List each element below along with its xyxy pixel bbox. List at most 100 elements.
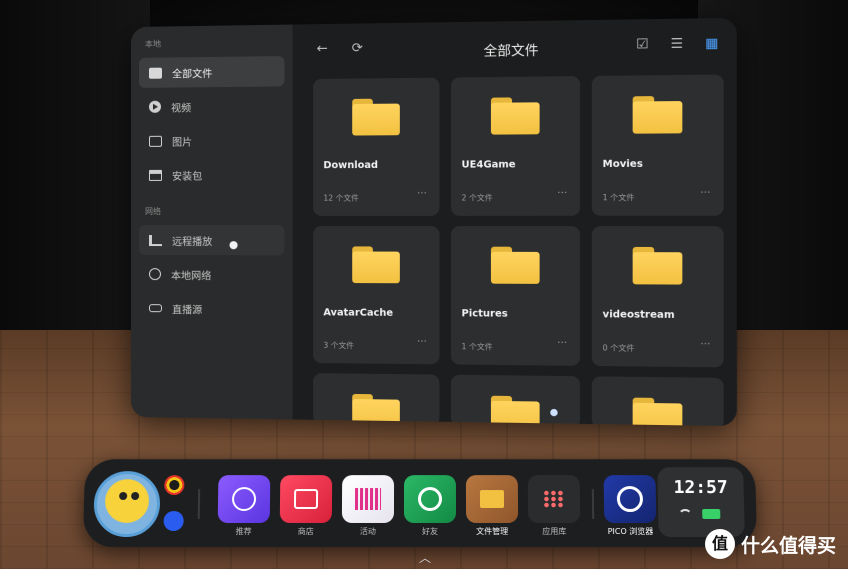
folder-name: AvatarCache — [323, 307, 394, 319]
sidebar-item-label: 全部文件 — [172, 68, 213, 81]
folder-card[interactable]: AvatarCache 3 个文件 ··· — [313, 226, 440, 365]
app-label: 好友 — [422, 526, 439, 537]
status-widget[interactable]: 12:57 — [657, 467, 745, 538]
sidebar-item-video[interactable]: 视频 — [139, 90, 284, 121]
app-label: 应用库 — [542, 526, 567, 537]
app-activities[interactable] — [341, 475, 395, 523]
app-store[interactable] — [279, 475, 333, 523]
app-file-manager[interactable] — [465, 475, 519, 523]
folder-card[interactable] — [451, 374, 581, 427]
app-library[interactable] — [527, 475, 581, 523]
app-label: 商店 — [297, 526, 314, 537]
more-icon[interactable]: ··· — [700, 339, 710, 351]
folder-card[interactable]: Movies 1 个文件 ··· — [591, 74, 724, 216]
environment-wall-left — [0, 0, 150, 360]
folder-card[interactable]: Download 12 个文件 ··· — [313, 77, 440, 216]
folder-card[interactable] — [591, 376, 724, 427]
dock-divider — [591, 489, 595, 519]
folder-card[interactable]: UE4Game 2 个文件 ··· — [451, 76, 581, 216]
sidebar-item-label: 视频 — [171, 102, 192, 115]
toolbar: ← ⟳ 全部文件 ☑ ☰ ▦ — [293, 18, 737, 79]
sidebar-item-label: 图片 — [172, 137, 193, 149]
pointer-cursor — [550, 408, 558, 417]
folder-card[interactable] — [313, 373, 440, 427]
folder-icon — [490, 246, 540, 284]
sidebar-item-live-source[interactable]: 直播源 — [139, 293, 284, 324]
folder-count: 3 个文件 — [323, 340, 354, 351]
globe-icon — [148, 268, 161, 281]
battery-icon — [702, 508, 721, 519]
folder-name: UE4Game — [461, 159, 516, 171]
folder-icon — [490, 97, 540, 135]
grid-view-icon[interactable]: ▦ — [702, 35, 722, 54]
sidebar-item-label: 本地网络 — [171, 270, 212, 282]
clock: 12:57 — [673, 477, 728, 499]
folder-icon — [632, 397, 683, 427]
folder-count: 1 个文件 — [461, 342, 493, 352]
watermark-logo: 值 — [704, 529, 735, 559]
app-label: 文件管理 — [476, 526, 509, 537]
folder-icon — [352, 246, 400, 284]
main-content: ← ⟳ 全部文件 ☑ ☰ ▦ Download 12 个文件 ··· UE4Ga… — [292, 17, 737, 427]
file-manager-window: 本地 全部文件 视频 图片 安装包 网络 远程播放 本地网络 直播源 ← ⟳ 全… — [131, 17, 737, 427]
sidebar-item-label: 直播源 — [172, 304, 203, 317]
app-friends[interactable] — [403, 475, 457, 523]
sidebar: 本地 全部文件 视频 图片 安装包 网络 远程播放 本地网络 直播源 — [131, 24, 293, 420]
dock-bar: 推荐 商店 活动 好友 文件管理 应用库 PICO 浏览器 12:57 — [82, 459, 758, 548]
folder-name: Movies — [602, 158, 643, 171]
app-label: 活动 — [359, 526, 376, 537]
folder-count: 2 个文件 — [461, 193, 493, 203]
folder-card[interactable]: videostream 0 个文件 ··· — [591, 226, 724, 368]
sidebar-item-remote-play[interactable]: 远程播放 — [138, 225, 285, 256]
folder-name: videostream — [602, 309, 675, 322]
avatar[interactable] — [93, 471, 161, 538]
more-icon[interactable]: ··· — [557, 338, 567, 349]
watermark-text: 什么值得买 — [740, 534, 836, 557]
watermark: 值 什么值得买 — [704, 529, 836, 559]
sidebar-section-local: 本地 — [144, 39, 161, 49]
folder-name: Download — [323, 159, 379, 172]
chevron-up-icon[interactable]: ︿ — [405, 549, 445, 565]
app-recommend[interactable] — [217, 475, 271, 523]
folder-name: Pictures — [461, 308, 508, 320]
dlna-icon — [148, 304, 162, 313]
folder-icon — [352, 98, 400, 136]
more-icon[interactable]: ··· — [417, 336, 427, 347]
sidebar-item-label: 远程播放 — [172, 236, 213, 248]
app-label: 推荐 — [235, 526, 252, 537]
folder-count: 0 个文件 — [602, 343, 635, 353]
app-label: PICO 浏览器 — [607, 526, 654, 537]
folder-count: 12 个文件 — [323, 193, 359, 203]
folder-count: 1 个文件 — [602, 192, 635, 203]
compass-icon — [231, 487, 257, 511]
video-icon — [148, 100, 161, 113]
activity-ring-icon[interactable] — [164, 475, 185, 496]
sidebar-item-local-network[interactable]: 本地网络 — [139, 259, 284, 290]
package-icon — [148, 169, 162, 181]
folder-icon — [632, 246, 683, 285]
select-icon[interactable]: ☑ — [633, 36, 652, 55]
image-icon — [148, 135, 162, 147]
app-grid-icon — [542, 490, 566, 508]
wifi-icon — [678, 508, 693, 519]
browser-icon — [616, 486, 644, 512]
folder-icon — [148, 67, 162, 79]
folder-icon — [632, 96, 683, 134]
app-pico-browser[interactable] — [603, 475, 657, 523]
more-icon[interactable]: ··· — [557, 188, 567, 199]
more-icon[interactable]: ··· — [700, 188, 710, 200]
dock-divider — [197, 489, 201, 519]
sidebar-item-images[interactable]: 图片 — [139, 125, 284, 156]
sidebar-item-packages[interactable]: 安装包 — [139, 159, 284, 190]
folder-card[interactable]: Pictures 1 个文件 ··· — [451, 226, 581, 366]
chat-icon — [417, 487, 443, 511]
sidebar-item-all-files[interactable]: 全部文件 — [138, 56, 285, 88]
sort-icon[interactable]: ☰ — [667, 35, 687, 54]
folder-icon — [479, 490, 505, 508]
pointer-cursor — [229, 241, 238, 250]
store-icon — [293, 489, 319, 509]
folder-icon — [490, 395, 540, 427]
waveform-icon — [354, 488, 382, 510]
notification-bell-icon[interactable] — [163, 510, 184, 531]
more-icon[interactable]: ··· — [417, 188, 427, 199]
